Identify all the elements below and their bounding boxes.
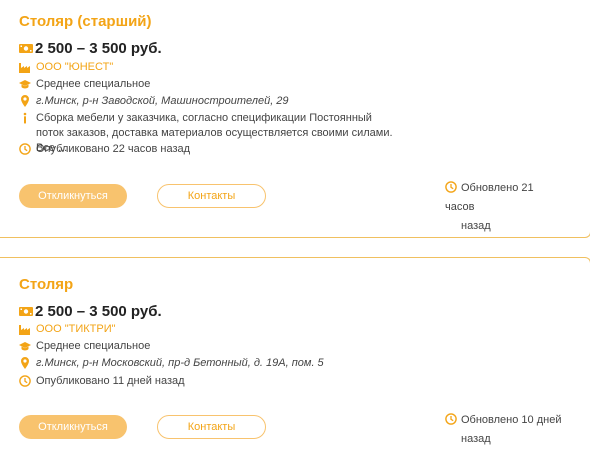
clock-icon — [19, 375, 31, 387]
address: г.Минск, р-н Заводской, Машиностроителей… — [19, 94, 289, 109]
published-text: Опубликовано 11 дней назад — [36, 375, 185, 387]
respond-button[interactable]: Откликнуться — [19, 415, 127, 439]
money-icon — [19, 43, 33, 54]
vacancy-title[interactable]: Столяр (старший) — [19, 13, 152, 30]
respond-button[interactable]: Откликнуться — [19, 184, 127, 208]
company-link[interactable]: ООО "ЮНЕСТ" — [36, 60, 113, 75]
updated-text-line1: Обновлено 21 часов — [445, 182, 534, 213]
company: ООО "ЮНЕСТ" — [19, 60, 113, 75]
published: Опубликовано 11 дней назад — [19, 374, 185, 389]
vacancy-card: Столяр 2 500 – 3 500 руб. ООО "ТИКТРИ" С… — [0, 257, 590, 468]
company: ООО "ТИКТРИ" — [19, 322, 116, 337]
vacancy-card: Столяр (старший) 2 500 – 3 500 руб. ООО … — [0, 0, 590, 238]
contacts-button[interactable]: Контакты — [157, 415, 266, 439]
salary-value: 2 500 – 3 500 руб. — [35, 40, 162, 57]
address-text: г.Минск, р-н Заводской, Машиностроителей… — [36, 95, 289, 107]
clock-icon — [445, 413, 457, 425]
factory-icon — [19, 61, 31, 73]
education-text: Среднее специальное — [36, 340, 151, 352]
address-text: г.Минск, р-н Московский, пр-д Бетонный, … — [36, 357, 324, 369]
updated-info: Обновлено 10 дней назад — [445, 411, 565, 449]
updated-text-line2: назад — [461, 433, 491, 445]
updated-info: Обновлено 21 часов назад — [445, 179, 565, 236]
clock-icon — [445, 181, 457, 193]
education-text: Среднее специальное — [36, 78, 151, 90]
salary: 2 500 – 3 500 руб. — [19, 303, 162, 320]
education: Среднее специальное — [19, 77, 150, 92]
address: г.Минск, р-н Московский, пр-д Бетонный, … — [19, 356, 324, 371]
graduation-cap-icon — [19, 78, 31, 90]
contacts-button[interactable]: Контакты — [157, 184, 266, 208]
graduation-cap-icon — [19, 340, 31, 352]
salary: 2 500 – 3 500 руб. — [19, 40, 162, 57]
vacancy-title[interactable]: Столяр — [19, 276, 73, 293]
money-icon — [19, 306, 33, 317]
map-pin-icon — [19, 95, 31, 107]
map-pin-icon — [19, 357, 31, 369]
clock-icon — [19, 143, 31, 155]
published: Опубликовано 22 часов назад — [19, 142, 190, 157]
education: Среднее специальное — [19, 339, 150, 354]
factory-icon — [19, 323, 31, 335]
company-link[interactable]: ООО "ТИКТРИ" — [36, 322, 116, 337]
updated-text-line2: назад — [461, 220, 491, 232]
updated-text-line1: Обновлено 10 дней — [461, 414, 562, 426]
published-text: Опубликовано 22 часов назад — [36, 143, 191, 155]
info-icon — [19, 112, 31, 124]
salary-value: 2 500 – 3 500 руб. — [35, 303, 162, 320]
